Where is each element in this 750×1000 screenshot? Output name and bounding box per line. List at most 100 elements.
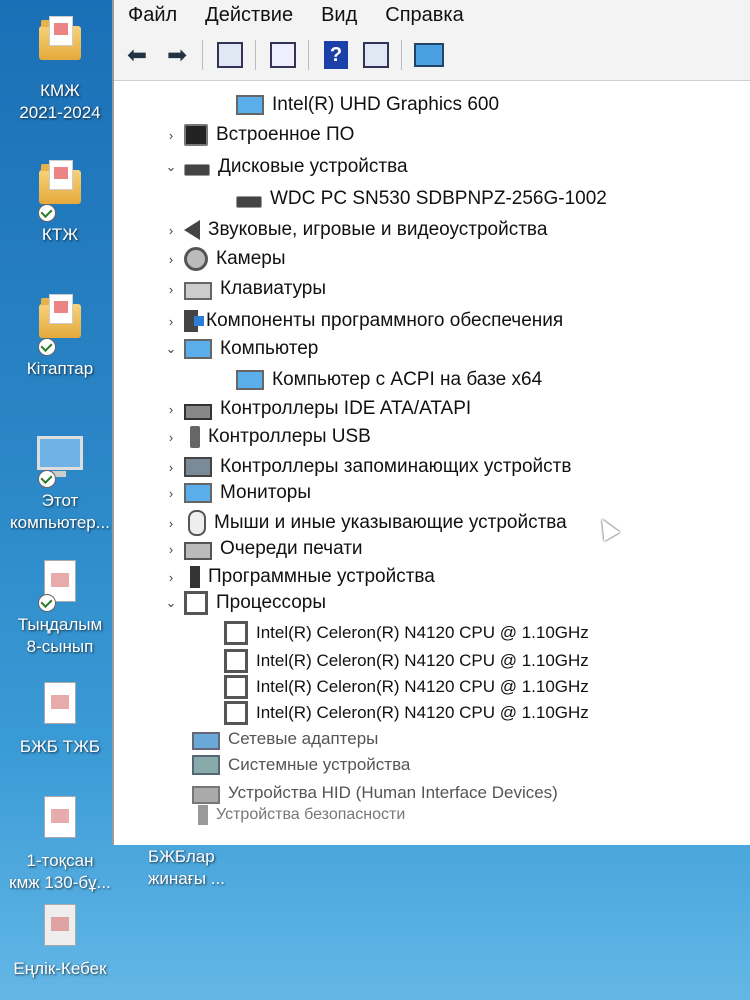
processor-icon <box>184 591 208 615</box>
tree-item-intel-uhd-graphics[interactable]: Intel(R) UHD Graphics 600 <box>114 90 750 120</box>
tree-item-cpu-0[interactable]: Intel(R) Celeron(R) N4120 CPU @ 1.10GHz <box>114 618 750 648</box>
back-arrow-icon[interactable]: ⬅ <box>122 40 152 70</box>
tree-item-sound-video[interactable]: › Звуковые, игровые и видеоустройства <box>114 215 750 245</box>
desktop-icon-label: БЖБ ТЖБ <box>19 737 101 756</box>
desktop-icon-this-pc[interactable]: Этот компьютер... <box>0 428 120 534</box>
desktop-icon-label: 8-сынып <box>26 637 94 656</box>
tree-item-label: Intel(R) Celeron(R) N4120 CPU @ 1.10GHz <box>256 677 589 696</box>
security-device-icon <box>198 805 208 825</box>
tree-item-label: Компьютер <box>220 338 319 359</box>
tree-item-print-queues[interactable]: › Очереди печати <box>114 534 750 564</box>
tree-item-label: Контроллеры USB <box>208 426 371 447</box>
desktop-icon-bzhb-tzhb[interactable]: БЖБ ТЖБ <box>0 678 120 758</box>
network-adapter-icon <box>192 732 220 750</box>
tree-item-acpi-x64[interactable]: Компьютер с ACPI на базе x64 <box>114 365 750 395</box>
tree-item-cameras[interactable]: › Камеры <box>114 244 750 274</box>
expand-chevron-icon[interactable]: › <box>162 460 180 475</box>
toolbar-divider <box>401 40 402 70</box>
properties-icon[interactable] <box>268 40 298 70</box>
monitor-icon <box>184 483 212 503</box>
expand-chevron-icon[interactable]: › <box>162 430 180 445</box>
menu-file[interactable]: Файл <box>114 4 191 27</box>
desktop-icon-1-toqsan[interactable]: 1-тоқсан кмж 130-бұ... <box>0 792 120 894</box>
help-icon[interactable]: ? <box>321 40 351 70</box>
desktop-icon-label: Этот <box>41 491 79 510</box>
tree-item-label: Звуковые, игровые и видеоустройства <box>208 219 548 240</box>
tree-item-usb-controllers[interactable]: › Контроллеры USB <box>114 422 750 452</box>
desktop-icon-label: жинағы ... <box>148 869 226 888</box>
tree-item-computer[interactable]: ⌄ Компьютер <box>114 334 750 364</box>
desktop-icon-kitaptar[interactable]: Кітаптар <box>0 294 120 380</box>
mouse-icon <box>188 510 206 536</box>
expand-chevron-icon[interactable]: › <box>162 252 180 267</box>
toolbar-divider <box>308 40 309 70</box>
show-hide-console-tree-icon[interactable] <box>215 40 245 70</box>
software-component-icon <box>184 310 204 332</box>
desktop-icon-label: БЖБлар <box>148 847 215 866</box>
expand-chevron-icon[interactable]: › <box>162 516 180 531</box>
printer-icon <box>184 542 212 560</box>
forward-arrow-icon[interactable]: ➡ <box>162 40 192 70</box>
expand-chevron-icon[interactable]: › <box>162 402 180 417</box>
tree-item-security-devices[interactable]: Устройства безопасности <box>114 800 750 827</box>
expand-chevron-icon[interactable]: › <box>162 128 180 143</box>
tree-item-label: Мониторы <box>220 482 311 503</box>
tree-item-label: Контроллеры запоминающих устройств <box>220 456 572 477</box>
tree-item-label: Intel(R) Celeron(R) N4120 CPU @ 1.10GHz <box>256 651 589 670</box>
desktop-icon-ktzh[interactable]: КТЖ <box>0 160 120 246</box>
collapse-chevron-icon[interactable]: ⌄ <box>162 595 180 611</box>
tree-item-firmware[interactable]: › Встроенное ПО <box>114 120 750 150</box>
desktop-icon-label: Кітаптар <box>26 359 94 378</box>
ide-controller-icon <box>184 403 212 420</box>
processor-icon <box>224 701 248 725</box>
tree-item-label: Клавиатуры <box>220 278 327 299</box>
tree-item-software-components[interactable]: › Компоненты программного обеспечения <box>114 306 750 336</box>
tree-item-label: Устройства безопасности <box>216 806 406 823</box>
desktop-icon-label: 2021-2024 <box>19 103 101 122</box>
expand-chevron-icon[interactable]: › <box>162 223 180 238</box>
tree-item-system-devices[interactable]: Системные устройства <box>114 750 750 780</box>
speaker-icon <box>184 220 200 240</box>
expand-chevron-icon[interactable]: › <box>162 314 180 329</box>
expand-chevron-icon[interactable]: › <box>162 282 180 297</box>
desktop-icon-label: КТЖ <box>41 225 79 244</box>
tree-item-label: Мыши и иные указывающие устройства <box>214 512 567 533</box>
menu-action[interactable]: Действие <box>191 4 307 27</box>
scan-hardware-icon[interactable] <box>414 40 444 70</box>
tree-item-label: Сетевые адаптеры <box>228 729 379 748</box>
toolbar-divider <box>202 40 203 70</box>
tree-item-monitors[interactable]: › Мониторы <box>114 478 750 508</box>
disk-icon <box>184 164 210 176</box>
desktop-icon-tyndalym[interactable]: Тыңдалым 8-сынып <box>0 556 120 658</box>
tree-item-ide-controllers[interactable]: › Контроллеры IDE ATA/ATAPI <box>114 394 750 424</box>
tree-item-label: WDC PC SN530 SDBPNPZ-256G-1002 <box>270 188 607 209</box>
processor-icon <box>224 649 248 673</box>
disk-icon <box>236 196 262 208</box>
menu-view[interactable]: Вид <box>307 4 371 27</box>
expand-chevron-icon[interactable]: › <box>162 542 180 557</box>
tree-item-label: Intel(R) Celeron(R) N4120 CPU @ 1.10GHz <box>256 623 589 642</box>
tree-item-wdc-disk[interactable]: WDC PC SN530 SDBPNPZ-256G-1002 <box>114 184 750 214</box>
tree-item-keyboards[interactable]: › Клавиатуры <box>114 274 750 304</box>
tree-item-label: Компоненты программного обеспечения <box>206 310 564 331</box>
toolbar: ⬅ ➡ ? <box>114 30 750 81</box>
show-action-pane-icon[interactable] <box>361 40 391 70</box>
desktop-icon-bzhblar[interactable]: БЖБлар жинағы ... <box>148 846 225 890</box>
tree-item-label: Камеры <box>216 248 286 269</box>
desktop-icon-kmzh[interactable]: КМЖ 2021-2024 <box>0 16 120 124</box>
folder-icon <box>36 294 84 356</box>
tree-item-processors[interactable]: ⌄ Процессоры <box>114 588 750 618</box>
folder-icon <box>36 16 84 74</box>
document-icon <box>36 796 84 844</box>
menu-help[interactable]: Справка <box>371 4 477 27</box>
expand-chevron-icon[interactable]: › <box>162 570 180 585</box>
tree-item-disk-drives[interactable]: ⌄ Дисковые устройства <box>114 152 750 182</box>
collapse-chevron-icon[interactable]: ⌄ <box>162 159 180 175</box>
document-icon <box>36 904 84 952</box>
collapse-chevron-icon[interactable]: ⌄ <box>162 341 180 357</box>
desktop-icon-enlik-kebek[interactable]: Еңлік-Кебек <box>0 900 120 980</box>
storage-controller-icon <box>184 457 212 477</box>
expand-chevron-icon[interactable]: › <box>162 486 180 501</box>
menu-bar: Файл Действие Вид Справка <box>114 0 750 30</box>
computer-icon <box>36 436 84 488</box>
